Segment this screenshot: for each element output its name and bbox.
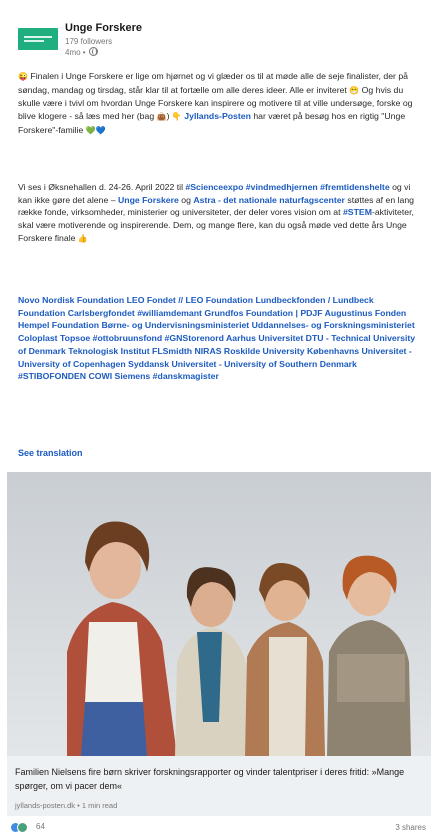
astra-link[interactable]: Astra - det nationale naturfagscenter: [193, 195, 345, 205]
thumbs-up-emoji: 👍: [77, 233, 88, 243]
wink-emoji: 😜: [18, 72, 28, 81]
follower-count: 179 followers: [65, 37, 113, 46]
article-photo: [7, 472, 431, 756]
company-logo[interactable]: [18, 28, 58, 50]
author-name[interactable]: Unge Forskere: [65, 22, 142, 34]
celebrate-icon: [17, 822, 28, 833]
reaction-count[interactable]: 64: [36, 822, 45, 831]
jyllands-posten-link[interactable]: Jyllands-Posten: [184, 111, 251, 121]
reaction-icons[interactable]: [10, 822, 34, 834]
unge-forskere-link[interactable]: Unge Forskere: [118, 195, 179, 205]
post-paragraph-1: 😜 Finalen i Unge Forskere er lige om hjø…: [18, 70, 423, 138]
post-paragraph-2: Vi ses i Øksnehallen d. 24-26. April 202…: [18, 181, 423, 246]
post-meta: 4mo •: [65, 47, 98, 57]
logo-mark: [24, 36, 52, 38]
hearts-emoji: 💚💙: [85, 125, 106, 135]
article-source: jyllands-posten.dk • 1 min read: [15, 801, 118, 810]
paragraph-text: og: [181, 194, 191, 205]
article-title[interactable]: Familien Nielsens fire børn skriver fors…: [15, 765, 425, 793]
paragraph-text: Vi ses i Øksnehallen d. 24-26. April 202…: [18, 182, 183, 192]
social-counts: 64 3 shares: [10, 820, 430, 836]
post-card: Unge Forskere 179 followers 4mo • 😜 Fina…: [0, 0, 437, 840]
paragraph-text: ): [166, 111, 170, 122]
grin-emoji: 😁: [349, 85, 360, 95]
post-time: 4mo •: [65, 48, 86, 57]
see-translation-button[interactable]: See translation: [18, 448, 83, 458]
sponsor-mentions[interactable]: Novo Nordisk Foundation LEO Fondet // LE…: [18, 294, 423, 383]
point-down-emoji: 👇: [171, 112, 182, 122]
hashtag-links[interactable]: #Scienceexpo #vindmedhjernen #fremtidens…: [185, 182, 389, 192]
article-image[interactable]: [7, 472, 431, 756]
stem-hashtag-link[interactable]: #STEM: [343, 207, 372, 217]
shares-count[interactable]: 3 shares: [395, 823, 426, 832]
logo-mark: [24, 40, 44, 42]
bag-emoji: 👜: [156, 112, 167, 122]
post-header: Unge Forskere 179 followers 4mo •: [18, 22, 418, 62]
article-link-card[interactable]: Familien Nielsens fire børn skriver fors…: [7, 756, 431, 816]
globe-icon: [88, 47, 98, 56]
